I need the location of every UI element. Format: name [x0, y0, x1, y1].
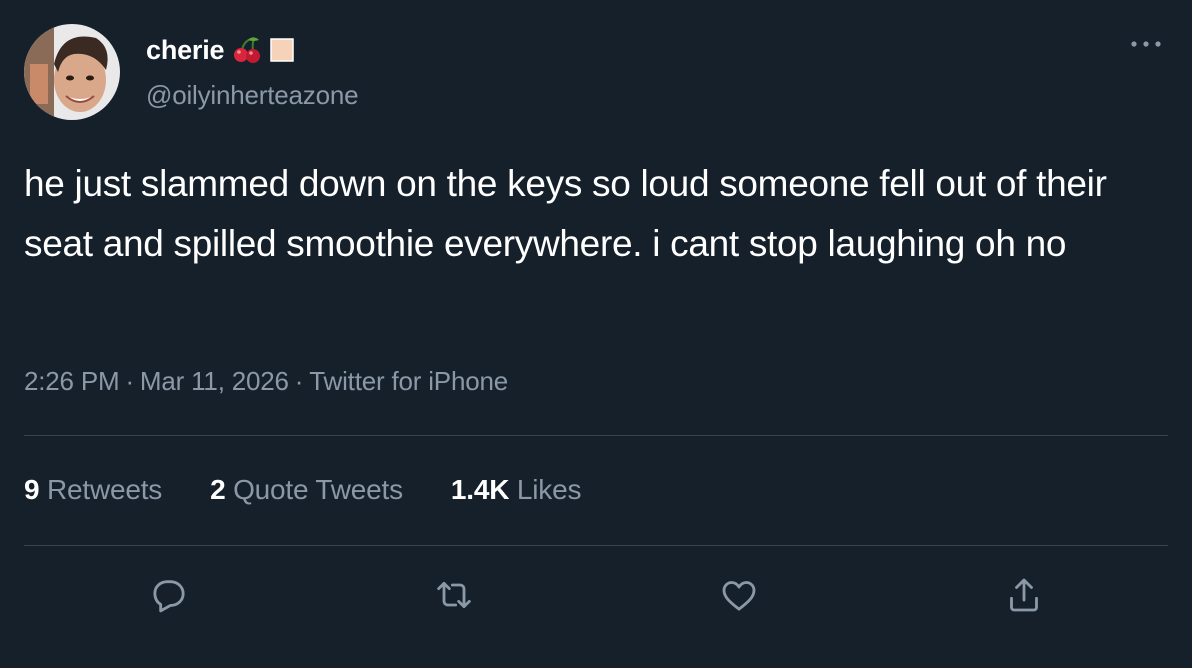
divider — [24, 435, 1168, 436]
avatar-image — [24, 24, 120, 120]
tweet-text: he just slammed down on the keys so loud… — [24, 163, 1107, 264]
reply-button[interactable] — [148, 574, 190, 616]
likes-stat[interactable]: 1.4K Likes — [450, 474, 582, 506]
quote-tweets-count: 2 — [210, 474, 226, 505]
retweets-count: 9 — [24, 474, 40, 505]
quote-tweets-label: Quote Tweets — [233, 474, 403, 505]
quote-tweets-stat[interactable]: 2 Quote Tweets — [210, 474, 403, 506]
tweet-meta: 2:26 PM · Mar 11, 2026 · Twitter for iPhone — [24, 366, 508, 397]
peach-square-emoji-icon — [270, 38, 295, 62]
likes-label: Likes — [516, 474, 582, 505]
author-handle[interactable]: @oilyinherteazone — [146, 80, 359, 111]
share-button[interactable] — [1003, 574, 1045, 616]
heart-icon — [722, 581, 756, 611]
avatar[interactable] — [24, 24, 120, 120]
more-options-button[interactable] — [1126, 30, 1166, 58]
retweets-label: Retweets — [46, 474, 163, 505]
tweet-time[interactable]: 2:26 PM — [24, 366, 120, 396]
author-display-name[interactable]: cherie — [146, 35, 225, 66]
retweet-icon — [437, 581, 471, 609]
share-icon — [1010, 578, 1038, 612]
retweet-button[interactable] — [433, 574, 475, 616]
more-horizontal-icon — [1131, 41, 1161, 47]
cherries-emoji-icon — [232, 36, 262, 64]
tweet-date[interactable]: Mar 11, 2026 — [140, 366, 289, 396]
tweet-stats: 9 Retweets 2 Quote Tweets 1.4K Likes — [24, 474, 629, 506]
author-name-row[interactable]: cherie — [146, 33, 295, 67]
meta-separator: · — [294, 366, 304, 396]
like-button[interactable] — [718, 574, 760, 616]
tweet-card: cherie @oilyinherteazone he just slammed… — [0, 0, 1192, 668]
retweets-stat[interactable]: 9 Retweets — [24, 474, 162, 506]
reply-icon — [153, 580, 185, 613]
tweet-source[interactable]: Twitter for iPhone — [309, 366, 508, 396]
meta-separator: · — [125, 366, 134, 396]
likes-count: 1.4K — [450, 474, 510, 505]
divider — [24, 545, 1168, 546]
